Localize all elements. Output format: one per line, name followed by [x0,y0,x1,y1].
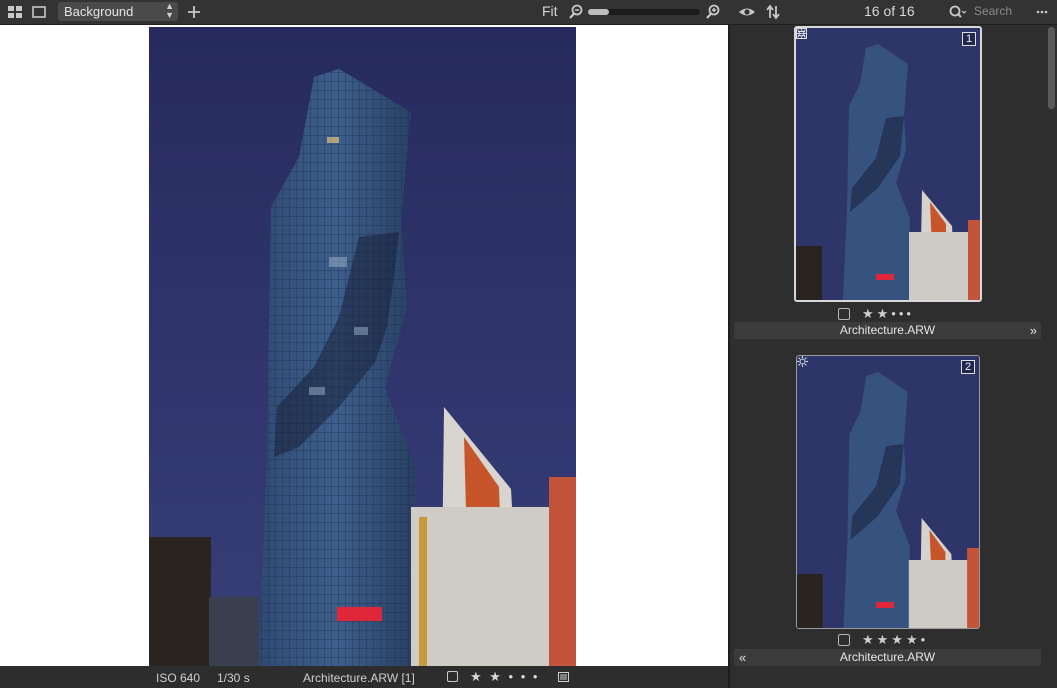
iso-value: ISO 640 [156,671,201,685]
zoom-slider[interactable] [588,9,700,15]
collapse-left-icon[interactable]: « [739,649,746,666]
adjustments-icon [797,356,808,367]
viewer-filename: Architecture.ARW [1] [303,671,415,685]
layer-select[interactable]: Background ▲ ▼ [58,2,178,21]
image-viewer[interactable] [0,25,728,666]
select-checkbox[interactable] [838,308,850,320]
thumbnail-number: 2 [961,360,975,374]
thumbnail-name-bar[interactable]: « Architecture.ARW [734,649,1041,666]
layer-select-value: Background [64,4,134,19]
top-toolbar: Background ▲ ▼ Fit 16 of 16 Search [0,0,1057,25]
thumbnail-name-bar[interactable]: Architecture.ARW » [734,322,1041,339]
zoom-fit-button[interactable]: Fit [542,3,558,19]
more-options-icon[interactable] [1035,4,1049,20]
add-layer-icon[interactable] [186,4,202,20]
single-view-icon[interactable] [31,4,47,20]
thumbnail-image [797,356,979,628]
star-rating[interactable]: ★★★★• [862,632,928,648]
thumbnail-number: 1 [962,32,976,46]
zoom-in-icon[interactable] [705,4,721,20]
zoom-out-icon[interactable] [568,4,584,20]
search-icon[interactable] [948,4,968,20]
eye-icon[interactable] [738,4,756,20]
search-input[interactable]: Search [974,4,1012,18]
thumbnail-image [796,28,980,300]
star-rating[interactable]: ★ ★ • • • [470,669,539,685]
select-checkbox[interactable] [447,671,458,682]
thumbnail-1[interactable]: 1 [794,26,982,302]
thumbnail-filename: Architecture.ARW [839,650,936,664]
metadata-icon [796,28,807,39]
grid-view-icon[interactable] [7,4,23,20]
chevron-up-down-icon: ▲ ▼ [165,1,174,20]
browser-scrollbar[interactable] [1048,27,1055,109]
star-rating[interactable]: ★★••• [862,306,914,322]
select-checkbox[interactable] [838,634,850,646]
thumbnail-meta: ★★★★• [730,632,1057,648]
metadata-icon[interactable] [558,672,569,682]
expand-right-icon[interactable]: » [1030,322,1037,339]
image-browser: 1 ★★••• Architecture.ARW » 2 ★★★★• « Arc [730,25,1057,688]
image-counter: 16 of 16 [864,3,915,19]
thumbnail-meta: ★★••• [730,306,1057,322]
viewer-status-bar: ISO 640 1/30 s Architecture.ARW [1] ★ ★ … [0,666,728,688]
shutter-value: 1/30 s [217,671,250,685]
zoom-slider-handle[interactable] [588,9,610,15]
main-photo [149,27,576,666]
sort-icon[interactable] [765,4,781,20]
thumbnail-2[interactable]: 2 [796,355,980,629]
thumbnail-filename: Architecture.ARW [839,323,936,337]
